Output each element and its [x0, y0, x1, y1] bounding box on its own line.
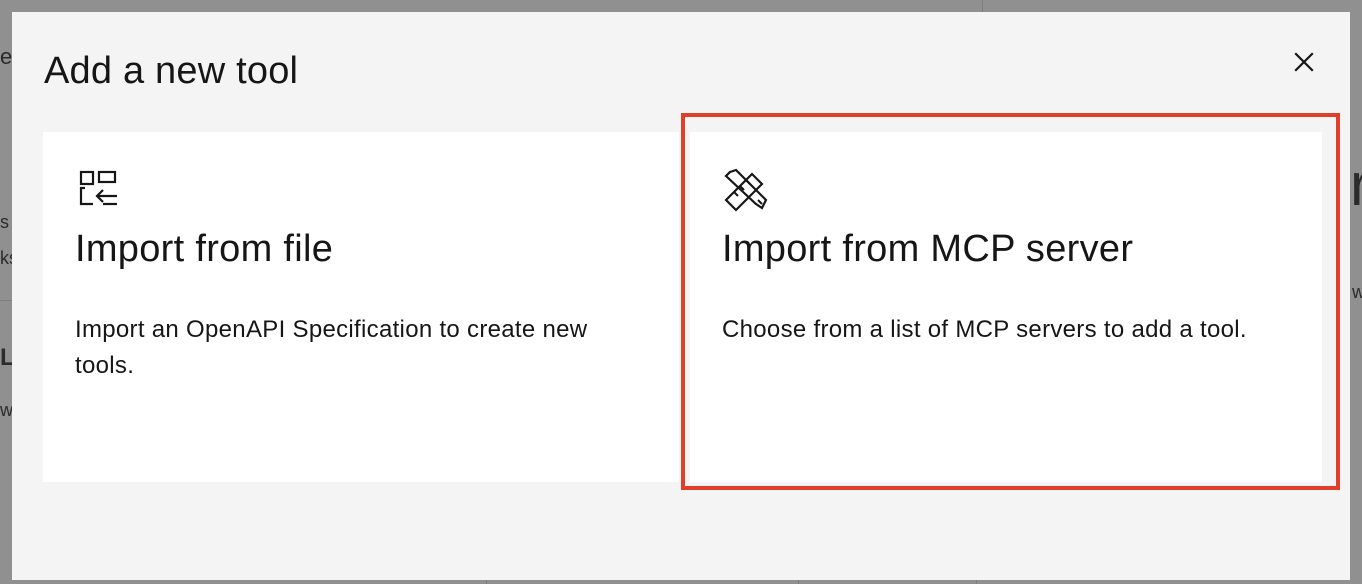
modal-title: Add a new tool — [44, 50, 299, 92]
tools-icon — [722, 166, 770, 214]
background-text-fragment: r — [1350, 151, 1362, 218]
card-title: Import from MCP server — [722, 228, 1134, 270]
background-divider — [0, 300, 12, 301]
background-text-fragment: e — [0, 44, 13, 69]
card-description: Import an OpenAPI Specification to creat… — [75, 316, 588, 379]
background-text-fragment: s — [0, 212, 9, 232]
card-description: Choose from a list of MCP servers to add… — [722, 316, 1247, 343]
background-divider — [982, 0, 983, 12]
close-icon — [1294, 52, 1314, 72]
background-divider — [486, 580, 487, 584]
background-divider — [798, 580, 799, 584]
add-tool-modal: Add a new tool Import from file Import a… — [12, 12, 1350, 580]
import-file-icon — [75, 166, 123, 214]
import-from-file-card[interactable]: Import from file Import an OpenAPI Speci… — [43, 132, 679, 482]
background-text-fragment: w — [1352, 282, 1362, 302]
background-divider — [976, 580, 977, 584]
card-title: Import from file — [75, 228, 334, 270]
close-button[interactable] — [1284, 42, 1324, 82]
import-from-mcp-server-card[interactable]: Import from MCP server Choose from a lis… — [690, 132, 1322, 482]
